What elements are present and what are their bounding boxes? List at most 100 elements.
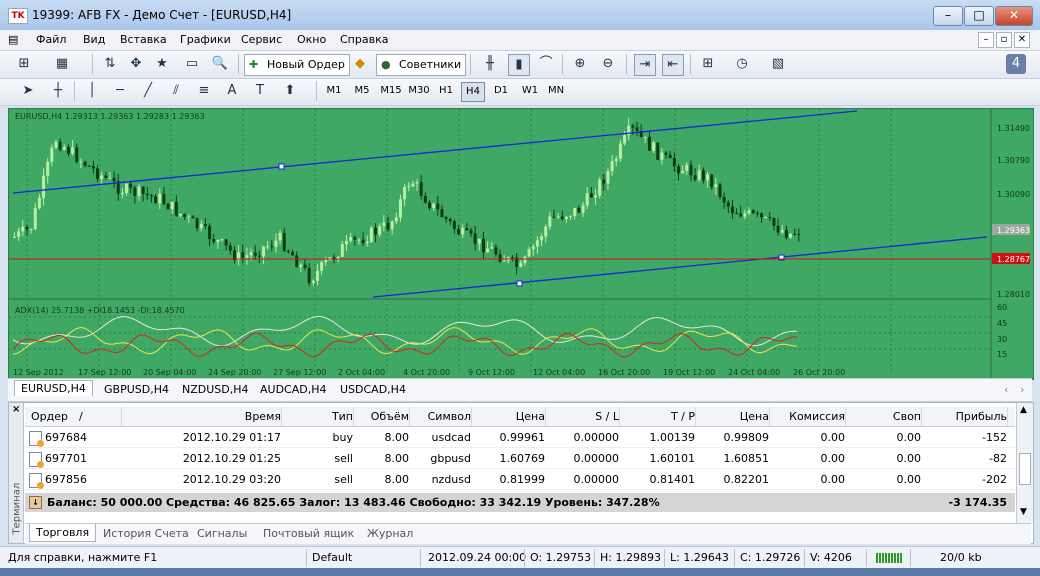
alert-badge[interactable]: 4 <box>1006 54 1026 74</box>
col-header-profit[interactable]: Прибыль <box>921 407 1008 426</box>
candle <box>179 213 182 216</box>
expert-advisors-button[interactable]: ● Советники <box>376 54 467 76</box>
order-sl: 0.00000 <box>573 431 620 444</box>
minimize-button[interactable]: – <box>933 6 963 26</box>
table-row[interactable]: 697701 2012.10.29 01:25 sell 8.00 gbpusd… <box>25 449 1015 469</box>
tab-trade[interactable]: Торговля <box>29 524 97 542</box>
zoom-in-icon[interactable]: ⊕ <box>570 54 590 74</box>
chart-shift-icon[interactable]: ⇤ <box>662 54 684 76</box>
channel-upper-line[interactable] <box>12 110 858 194</box>
col-header-price[interactable]: Цена <box>471 407 546 426</box>
close-button[interactable]: ✕ <box>995 6 1033 26</box>
line-chart-icon[interactable]: ⌒ <box>536 54 556 74</box>
menu-help[interactable]: Справка <box>340 33 388 46</box>
new-chart-icon[interactable]: ⊞ <box>14 54 34 74</box>
candle <box>374 227 378 235</box>
indicators-icon[interactable]: ⊞ <box>698 54 718 74</box>
strategy-tester-icon[interactable]: 🔍 <box>210 54 230 74</box>
chart-tab-eurusd[interactable]: EURUSD,H4 <box>14 380 93 396</box>
col-header-swap[interactable]: Своп <box>845 407 922 426</box>
timeframe-h1[interactable]: H1 <box>434 82 458 100</box>
candlestick-icon[interactable]: ▮ <box>508 54 530 76</box>
scroll-thumb[interactable] <box>1019 453 1031 485</box>
metaeditor-icon[interactable]: ◆ <box>350 54 370 74</box>
arrows-icon[interactable]: ⬆ <box>280 81 300 101</box>
timeframe-w1[interactable]: W1 <box>518 82 542 100</box>
trendline-icon[interactable]: ╱ <box>138 81 158 101</box>
menu-window[interactable]: Окно <box>297 33 326 46</box>
col-header-volume[interactable]: Объём <box>353 407 410 426</box>
candle <box>212 239 216 242</box>
col-header-current-price[interactable]: Цена <box>695 407 770 426</box>
data-window-icon[interactable]: ★ <box>152 54 172 74</box>
time-axis-label: 26 Oct 20:00 <box>793 368 845 377</box>
table-row[interactable]: 697856 2012.10.29 03:20 sell 8.00 nzdusd… <box>25 470 1015 490</box>
vertical-line-icon[interactable]: │ <box>82 81 102 101</box>
col-header-time[interactable]: Время <box>121 407 282 426</box>
tab-journal[interactable]: Журнал <box>367 527 413 540</box>
bar-chart-icon[interactable]: ╫ <box>480 54 500 74</box>
crosshair-icon[interactable]: ┼ <box>48 81 68 101</box>
timeframe-mn[interactable]: MN <box>544 82 568 100</box>
cursor-icon[interactable]: ➤ <box>18 81 38 101</box>
fibonacci-icon[interactable]: ≡ <box>194 81 214 101</box>
col-header-symbol[interactable]: Символ <box>409 407 472 426</box>
zoom-out-icon[interactable]: ⊖ <box>598 54 618 74</box>
tab-mailbox[interactable]: Почтовый ящик <box>263 527 354 540</box>
timeframe-m5[interactable]: M5 <box>350 82 374 100</box>
channel-anchor-point[interactable] <box>516 280 523 287</box>
menu-file[interactable]: Файл <box>36 33 66 46</box>
table-row[interactable]: 697684 2012.10.29 01:17 buy 8.00 usdcad … <box>25 428 1015 448</box>
channel-icon[interactable]: ⫽ <box>166 81 186 101</box>
text-icon[interactable]: A <box>222 81 242 101</box>
mdi-restore-button[interactable]: ▫ <box>996 32 1012 48</box>
tab-signals[interactable]: Сигналы <box>197 527 247 540</box>
timeframe-m30[interactable]: M30 <box>406 82 432 100</box>
chart-tab-gbpusd[interactable]: GBPUSD,H4 <box>98 382 175 397</box>
timeframe-m1[interactable]: M1 <box>322 82 346 100</box>
timeframe-h4[interactable]: H4 <box>461 82 485 102</box>
col-header-order[interactable]: Ордер <box>25 407 122 426</box>
col-header-tp[interactable]: T / P <box>619 407 696 426</box>
price-chart[interactable]: EURUSD,H4 1.29313 1.29363 1.29283 1.2936… <box>8 108 1034 380</box>
periods-clock-icon[interactable]: ◷ <box>732 54 752 74</box>
autoscroll-icon[interactable]: ⇥ <box>634 54 656 76</box>
doc-icon[interactable]: ▤ <box>8 33 18 46</box>
terminal-scrollbar[interactable]: ▲ ▼ <box>1016 403 1033 523</box>
channel-anchor-point[interactable] <box>278 163 285 170</box>
templates-icon[interactable]: ▧ <box>768 54 788 74</box>
col-header-sl[interactable]: S / L <box>545 407 620 426</box>
candle <box>291 252 295 256</box>
profiles-icon[interactable]: ▦ <box>52 54 72 74</box>
market-watch-icon[interactable]: ⇅ <box>100 54 120 74</box>
tab-account-history[interactable]: История Счета <box>103 527 189 540</box>
terminal-icon[interactable]: ▭ <box>182 54 202 74</box>
text-label-icon[interactable]: T <box>250 81 270 101</box>
col-header-type[interactable]: Тип <box>281 407 354 426</box>
scroll-down-icon[interactable]: ▼ <box>1020 507 1027 517</box>
mdi-close-button[interactable]: ✕ <box>1014 32 1030 48</box>
col-header-commission[interactable]: Комиссия <box>769 407 846 426</box>
connection-indicator-icon[interactable] <box>876 553 902 563</box>
channel-lower-line[interactable] <box>372 236 988 298</box>
menu-service[interactable]: Сервис <box>241 33 282 46</box>
tabs-scroll-left-icon[interactable]: ‹ <box>998 382 1014 397</box>
new-order-button[interactable]: ✚ Новый Ордер <box>244 54 350 76</box>
terminal-close-icon[interactable]: × <box>12 404 20 415</box>
mdi-minimize-button[interactable]: – <box>978 32 994 48</box>
menu-view[interactable]: Вид <box>83 33 105 46</box>
scroll-up-icon[interactable]: ▲ <box>1020 405 1027 415</box>
horizontal-line-icon[interactable]: ─ <box>110 81 130 101</box>
menu-charts[interactable]: Графики <box>180 33 231 46</box>
tabs-scroll-right-icon[interactable]: › <box>1014 382 1030 397</box>
chart-tab-audcad[interactable]: AUDCAD,H4 <box>254 382 333 397</box>
chart-tab-usdcad[interactable]: USDCAD,H4 <box>334 382 412 397</box>
chart-tab-nzdusd[interactable]: NZDUSD,H4 <box>176 382 255 397</box>
timeframe-d1[interactable]: D1 <box>490 82 512 100</box>
timeframe-m15[interactable]: M15 <box>378 82 404 100</box>
profile-name[interactable]: Default <box>312 551 352 564</box>
menu-insert[interactable]: Вставка <box>120 33 167 46</box>
navigator-icon[interactable]: ✥ <box>126 54 146 74</box>
maximize-button[interactable]: □ <box>964 6 994 26</box>
order-profit: -152 <box>982 431 1007 444</box>
